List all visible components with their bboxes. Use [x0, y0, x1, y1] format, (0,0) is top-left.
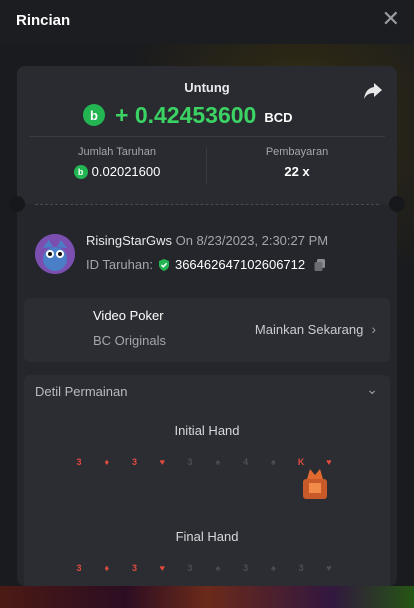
game-details-panel: Detil Permainan ⌄ Initial Hand 3 ♦ 3 ♥ 3…	[24, 375, 390, 586]
crown-icon	[298, 465, 332, 501]
payout-stat: Pembayaran 22 x	[207, 146, 387, 179]
dashed-divider	[35, 204, 379, 205]
divider	[29, 136, 385, 137]
card-0: 3	[69, 457, 89, 467]
ticket-notch	[9, 196, 25, 212]
card-3-suit: ♠	[263, 457, 283, 467]
profit-row: b + 0.42453600 BCD	[83, 98, 293, 132]
final-hand-title: Final Hand	[24, 529, 390, 544]
background-banner	[0, 586, 414, 608]
card-4: 3	[291, 563, 311, 573]
card-3: 3	[236, 563, 256, 573]
card-2: 3	[180, 457, 200, 467]
player-info: RisingStarGws On 8/23/2023, 2:30:27 PM	[86, 233, 328, 248]
bet-id-row: ID Taruhan: 366462647102606712	[86, 257, 327, 272]
close-icon[interactable]: ✕	[382, 8, 400, 30]
currency-label: BCD	[264, 110, 292, 125]
chevron-right-icon: ›	[371, 321, 376, 337]
bet-id-value: 366462647102606712	[175, 257, 305, 272]
dialog-header: Rincian ✕	[0, 0, 414, 45]
play-now-label: Mainkan Sekarang	[255, 322, 363, 337]
game-panel[interactable]: Video Poker BC Originals Mainkan Sekaran…	[24, 298, 390, 362]
bet-amount-label: Jumlah Taruhan	[27, 146, 207, 158]
player-name[interactable]: RisingStarGws	[86, 233, 172, 248]
chevron-down-icon[interactable]: ⌄	[366, 381, 378, 398]
card-2-suit: ♠	[208, 457, 228, 467]
bet-details-card: Untung b + 0.42453600 BCD Jumlah Taruhan…	[17, 66, 397, 586]
copy-icon[interactable]	[313, 258, 327, 272]
bet-id-label: ID Taruhan:	[86, 257, 153, 272]
card-0-suit: ♦	[97, 563, 117, 573]
payout-label: Pembayaran	[207, 146, 387, 158]
result-section: Untung b + 0.42453600 BCD Jumlah Taruhan…	[17, 66, 397, 204]
avatar[interactable]	[35, 234, 75, 274]
verified-shield-icon	[157, 258, 171, 272]
card-2: 3	[180, 563, 200, 573]
details-title: Detil Permainan	[35, 384, 128, 399]
initial-hand-title: Initial Hand	[24, 423, 390, 438]
ticket-notch	[389, 196, 405, 212]
profit-label: Untung	[17, 80, 397, 95]
bet-amount-stat: Jumlah Taruhan b 0.02021600	[27, 146, 207, 179]
card-1: 3	[125, 563, 145, 573]
game-name: Video Poker	[93, 308, 164, 323]
card-0-suit: ♦	[97, 457, 117, 467]
bet-amount-value: 0.02021600	[92, 164, 161, 179]
play-now-link[interactable]: Mainkan Sekarang ›	[255, 321, 376, 337]
card-1-suit: ♥	[152, 457, 172, 467]
card-3: 4	[236, 457, 256, 467]
game-provider: BC Originals	[93, 333, 166, 348]
card-4-suit: ♥	[319, 563, 339, 573]
dialog-title: Rincian	[16, 12, 70, 29]
payout-value: 22 x	[284, 164, 309, 179]
card-3-suit: ♠	[263, 563, 283, 573]
coin-icon: b	[83, 104, 105, 126]
card-0: 3	[69, 563, 89, 573]
final-hand-cards: 3 ♦ 3 ♥ 3 ♠ 3 ♠ 3 ♥	[69, 563, 339, 573]
card-1: 3	[125, 457, 145, 467]
bet-time: On 8/23/2023, 2:30:27 PM	[176, 233, 329, 248]
card-1-suit: ♥	[152, 563, 172, 573]
card-2-suit: ♠	[208, 563, 228, 573]
profit-value: + 0.42453600	[115, 102, 256, 129]
share-icon[interactable]	[363, 82, 383, 106]
coin-icon: b	[74, 165, 88, 179]
